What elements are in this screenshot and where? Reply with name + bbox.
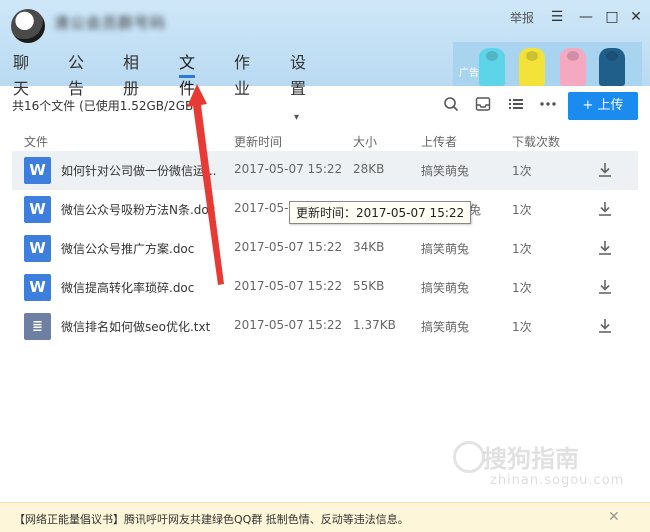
jacket-image xyxy=(560,48,586,86)
notice-bar: 【网络正能量倡议书】腾讯呼吁网友共建绿色QQ群 抵制色情、反动等违法信息。 ✕ xyxy=(0,502,650,532)
table-row[interactable]: ≣ 微信排名如何做seo优化.txt 2017-05-07 15:22 1.37… xyxy=(12,307,638,346)
active-tab-indicator xyxy=(179,75,196,78)
file-downloads: 1次 xyxy=(512,281,532,295)
more-icon[interactable] xyxy=(538,96,558,116)
table-row[interactable]: W 微信提高转化率琐碎.doc 2017-05-07 15:22 55KB 搞笑… xyxy=(12,268,638,307)
file-downloads: 1次 xyxy=(512,164,532,178)
ad-label: 广告 xyxy=(459,68,479,79)
file-uploader[interactable]: 搞笑萌兔 xyxy=(421,279,469,296)
download-icon[interactable] xyxy=(596,278,614,296)
file-uploader[interactable]: 搞笑萌兔 xyxy=(421,162,469,179)
sogou-logo-icon xyxy=(453,441,485,473)
menu-icon[interactable]: ☰ xyxy=(547,7,567,27)
file-downloads: 1次 xyxy=(512,242,532,256)
file-time: 2017-05-07 15:22 xyxy=(234,162,343,176)
watermark-url: zhinan.sogou.com xyxy=(490,473,625,488)
file-downloads: 1次 xyxy=(512,320,532,334)
upload-button[interactable]: + 上传 xyxy=(568,92,638,120)
column-header-updated[interactable]: 更新时间 xyxy=(234,133,282,150)
download-icon[interactable] xyxy=(596,161,614,179)
group-avatar[interactable] xyxy=(11,9,45,43)
word-file-icon: W xyxy=(24,235,51,262)
file-size: 34KB xyxy=(353,240,385,254)
download-icon[interactable] xyxy=(596,200,614,218)
download-icon[interactable] xyxy=(596,317,614,335)
column-header-uploader[interactable]: 上传者 xyxy=(421,133,457,150)
file-name[interactable]: 微信公众号吸粉方法N条.doc xyxy=(61,201,215,218)
tab-announcements[interactable]: 公告 xyxy=(68,50,84,98)
maximize-icon[interactable]: □ xyxy=(602,7,622,27)
file-name[interactable]: 微信排名如何做seo优化.txt xyxy=(61,318,210,335)
group-name: 清公会员群号码 xyxy=(54,14,167,32)
text-file-icon: ≣ xyxy=(24,313,51,340)
word-file-icon: W xyxy=(24,157,51,184)
search-icon[interactable] xyxy=(441,96,461,116)
file-size: 55KB xyxy=(353,279,385,293)
file-summary: 共16个文件 (已使用1.52GB/2GB) xyxy=(12,99,198,113)
word-file-icon: W xyxy=(24,274,51,301)
file-downloads: 1次 xyxy=(512,203,532,217)
file-uploader[interactable]: 搞笑萌兔 xyxy=(421,318,469,335)
tab-chat[interactable]: 聊天 xyxy=(13,50,29,98)
close-icon[interactable]: ✕ xyxy=(626,7,646,27)
inbox-icon[interactable] xyxy=(473,96,493,116)
file-time: 2017-05-0 xyxy=(234,201,297,215)
time-tooltip: 更新时间：2017-05-07 15:22 xyxy=(289,201,472,224)
download-icon[interactable] xyxy=(596,239,614,257)
file-size: 1.37KB xyxy=(353,318,396,332)
chevron-down-icon: ▾ xyxy=(294,112,300,123)
list-view-icon[interactable] xyxy=(506,96,526,116)
tab-album[interactable]: 相册 xyxy=(123,50,139,98)
file-time: 2017-05-07 15:22 xyxy=(234,279,343,293)
jacket-image xyxy=(479,48,505,86)
tab-settings[interactable]: 设置▾ xyxy=(290,50,306,123)
file-time: 2017-05-07 15:22 xyxy=(234,318,343,332)
file-uploader[interactable]: 搞笑萌兔 xyxy=(421,240,469,257)
jacket-image xyxy=(599,48,625,86)
file-time: 2017-05-07 15:22 xyxy=(234,240,343,254)
file-name[interactable]: 微信公众号推广方案.doc xyxy=(61,240,194,257)
file-name[interactable]: 微信提高转化率琐碎.doc xyxy=(61,279,194,296)
table-row[interactable]: W 如何针对公司做一份微信运... 2017-05-07 15:22 28KB … xyxy=(12,151,638,190)
column-header-size[interactable]: 大小 xyxy=(353,133,377,150)
tab-homework[interactable]: 作业 xyxy=(234,50,250,98)
notice-text[interactable]: 【网络正能量倡议书】腾讯呼吁网友共建绿色QQ群 抵制色情、反动等违法信息。 xyxy=(14,511,409,527)
report-link[interactable]: 举报 xyxy=(510,9,534,26)
file-name[interactable]: 如何针对公司做一份微信运... xyxy=(61,162,216,179)
watermark-logo: 搜狗指南 xyxy=(483,445,579,473)
word-file-icon: W xyxy=(24,196,51,223)
jacket-image xyxy=(519,48,545,86)
tab-files[interactable]: 文件 xyxy=(179,50,196,98)
table-row[interactable]: W 微信公众号推广方案.doc 2017-05-07 15:22 34KB 搞笑… xyxy=(12,229,638,268)
close-icon[interactable]: ✕ xyxy=(608,509,620,525)
minimize-icon[interactable]: — xyxy=(576,7,596,27)
column-header-downloads[interactable]: 下载次数 xyxy=(512,133,560,150)
column-header-file[interactable]: 文件 xyxy=(24,133,48,150)
file-size: 28KB xyxy=(353,162,385,176)
ad-banner[interactable]: 广告 xyxy=(453,42,642,86)
